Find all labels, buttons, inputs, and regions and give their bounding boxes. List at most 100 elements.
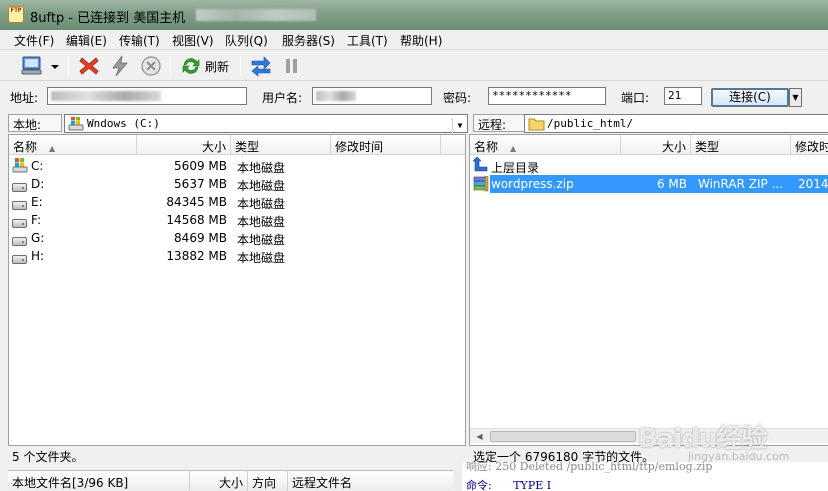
local-row-type: 本地磁盘 (237, 197, 286, 211)
remote-row-modified: 2014- (798, 177, 828, 191)
stop-button[interactable] (140, 55, 162, 77)
scroll-thumb[interactable] (490, 431, 636, 442)
port-input[interactable]: 21 (664, 87, 702, 105)
baidu-watermark: Baidu经验 jingyan.baidu.com (638, 424, 790, 463)
local-row-c[interactable]: C: 5609 MB 本地磁盘 (9, 157, 465, 175)
sort-arrow-icon: ▲ (49, 144, 56, 153)
local-col-modified[interactable]: 修改时间 (331, 135, 441, 155)
remote-label: 远程: (473, 114, 525, 132)
app-icon[interactable]: FTP (8, 6, 24, 23)
remote-row-type: WinRAR ZIP ... (698, 177, 784, 191)
menu-view[interactable]: 视图(V) (170, 32, 216, 49)
computer-icon (21, 56, 42, 75)
drive-icon (12, 180, 27, 194)
log-panel[interactable]: 响应: 250 Deleted /public_html/ftp/emlog.z… (462, 462, 828, 491)
toolbar: 刷新 (0, 51, 828, 81)
local-row-size: 13882 MB (166, 249, 227, 263)
local-row-size: 84345 MB (166, 195, 227, 209)
pause-icon (286, 59, 297, 73)
local-row-type: 本地磁盘 (237, 215, 286, 229)
local-row-d[interactable]: D: 5637 MB 本地磁盘 (9, 175, 465, 193)
queue-col-direction[interactable]: 方向 (248, 471, 288, 491)
queue-col-remote-file[interactable]: 远程文件名 (288, 471, 453, 491)
remote-file-list[interactable]: 名称 ▲ 大小 类型 修改时 上层目录 wordpress.zip 6 MB Wi… (469, 134, 828, 446)
local-row-h[interactable]: H: 13882 MB 本地磁盘 (9, 247, 465, 265)
remote-path-text: /public_html/ (547, 117, 634, 130)
quick-connect-button[interactable] (109, 55, 131, 77)
local-path-combo[interactable]: Wndows (C:) ▼ (64, 114, 468, 135)
remote-col-name[interactable]: 名称 ▲ (470, 135, 621, 155)
drive-icon (12, 216, 27, 230)
remote-row-parent[interactable]: 上层目录 (470, 157, 828, 175)
local-col-type[interactable]: 类型 (231, 135, 331, 155)
menu-file[interactable]: 文件(F) (12, 32, 56, 49)
local-row-name: E: (31, 195, 43, 209)
up-folder-icon (473, 157, 489, 176)
menu-queue[interactable]: 队列(Q) (223, 32, 270, 49)
local-col-size[interactable]: 大小 (137, 135, 231, 155)
local-status: 5 个文件夹。 (8, 446, 466, 464)
blurred-username (316, 91, 356, 101)
local-path-text: Wndows (C:) (87, 117, 160, 130)
remote-col-type[interactable]: 类型 (691, 135, 791, 155)
queue-column-header: 本地文件名[3/96 KB] 大小 方向 远程文件名 (8, 470, 453, 491)
remote-path-row: 远程: /public_html/ (471, 112, 828, 134)
remote-col-modified[interactable]: 修改时 (791, 135, 828, 155)
local-path-row: 本地: Wndows (C:) ▼ (8, 112, 468, 135)
local-file-list[interactable]: 名称 ▲ 大小 类型 修改时间 C: 5609 MB 本地磁盘 D: 5637 M… (8, 134, 466, 446)
password-input[interactable]: ************ (488, 87, 606, 105)
menu-tools[interactable]: 工具(T) (345, 32, 390, 49)
remote-path-combo[interactable]: /public_html/ (524, 114, 828, 133)
drive-icon (12, 252, 27, 266)
remote-row-size: 6 MB (656, 177, 687, 191)
local-row-type: 本地磁盘 (237, 161, 286, 175)
local-col-name[interactable]: 名称 ▲ (9, 135, 137, 155)
title-bar: FTP 8uftp - 已连接到 美国主机 (0, 0, 828, 30)
connect-dropdown[interactable]: ▼ (789, 88, 802, 107)
queue-col-local-file[interactable]: 本地文件名[3/96 KB] (8, 471, 190, 491)
blurred-address (51, 91, 161, 101)
connect-button[interactable]: 连接(C) (711, 88, 789, 107)
menu-bar: 文件(F) 编辑(E) 传输(T) 视图(V) 队列(Q) 服务器(S) 工具(… (0, 30, 828, 50)
address-input[interactable] (47, 87, 247, 105)
menu-edit[interactable]: 编辑(E) (64, 32, 109, 49)
menu-server[interactable]: 服务器(S) (280, 32, 337, 49)
menu-transfer[interactable]: 传输(T) (117, 32, 162, 49)
splitter[interactable] (454, 470, 462, 491)
local-row-f[interactable]: F: 14568 MB 本地磁盘 (9, 211, 465, 229)
local-row-name: G: (31, 231, 45, 245)
sort-arrow-icon: ▲ (510, 144, 517, 153)
refresh-button[interactable]: 刷新 (180, 55, 229, 77)
queue-col-size[interactable]: 大小 (190, 471, 248, 491)
toolbar-separator (170, 56, 171, 76)
log-command-label: 命令: (466, 479, 492, 491)
remote-row-name: wordpress.zip (491, 177, 574, 191)
username-input[interactable] (312, 87, 432, 105)
local-row-size: 8469 MB (174, 231, 227, 245)
site-manager-button[interactable] (20, 55, 44, 77)
remote-column-header: 名称 ▲ 大小 类型 修改时 (470, 135, 828, 155)
address-label: 地址: (10, 91, 39, 105)
refresh-label: 刷新 (205, 59, 230, 74)
transfer-mode-button[interactable] (249, 55, 273, 77)
local-row-type: 本地磁盘 (237, 179, 286, 193)
local-row-e[interactable]: E: 84345 MB 本地磁盘 (9, 193, 465, 211)
port-label: 端口: (621, 91, 650, 105)
menu-help[interactable]: 帮助(H) (398, 32, 444, 49)
local-row-name: F: (31, 213, 42, 227)
blurred-title-text (196, 9, 316, 21)
drive-icon (12, 234, 27, 248)
remote-col-size[interactable]: 大小 (621, 135, 691, 155)
pause-button[interactable] (283, 55, 301, 77)
local-column-header: 名称 ▲ 大小 类型 修改时间 (9, 135, 465, 155)
local-label: 本地: (8, 114, 62, 132)
local-row-size: 5637 MB (174, 177, 227, 191)
remote-row-wordpress-zip[interactable]: wordpress.zip 6 MB WinRAR ZIP ... 2014- (490, 175, 828, 193)
stop-icon (141, 56, 161, 76)
site-manager-dropdown[interactable] (49, 55, 61, 77)
disconnect-button[interactable] (77, 55, 101, 77)
scroll-left-icon[interactable]: ◀ (472, 429, 487, 444)
connection-bar: 地址: 用户名: 密码: ************ 端口: 21 连接(C) ▼ (0, 83, 828, 109)
chevron-down-icon[interactable]: ▼ (452, 118, 467, 135)
local-row-g[interactable]: G: 8469 MB 本地磁盘 (9, 229, 465, 247)
